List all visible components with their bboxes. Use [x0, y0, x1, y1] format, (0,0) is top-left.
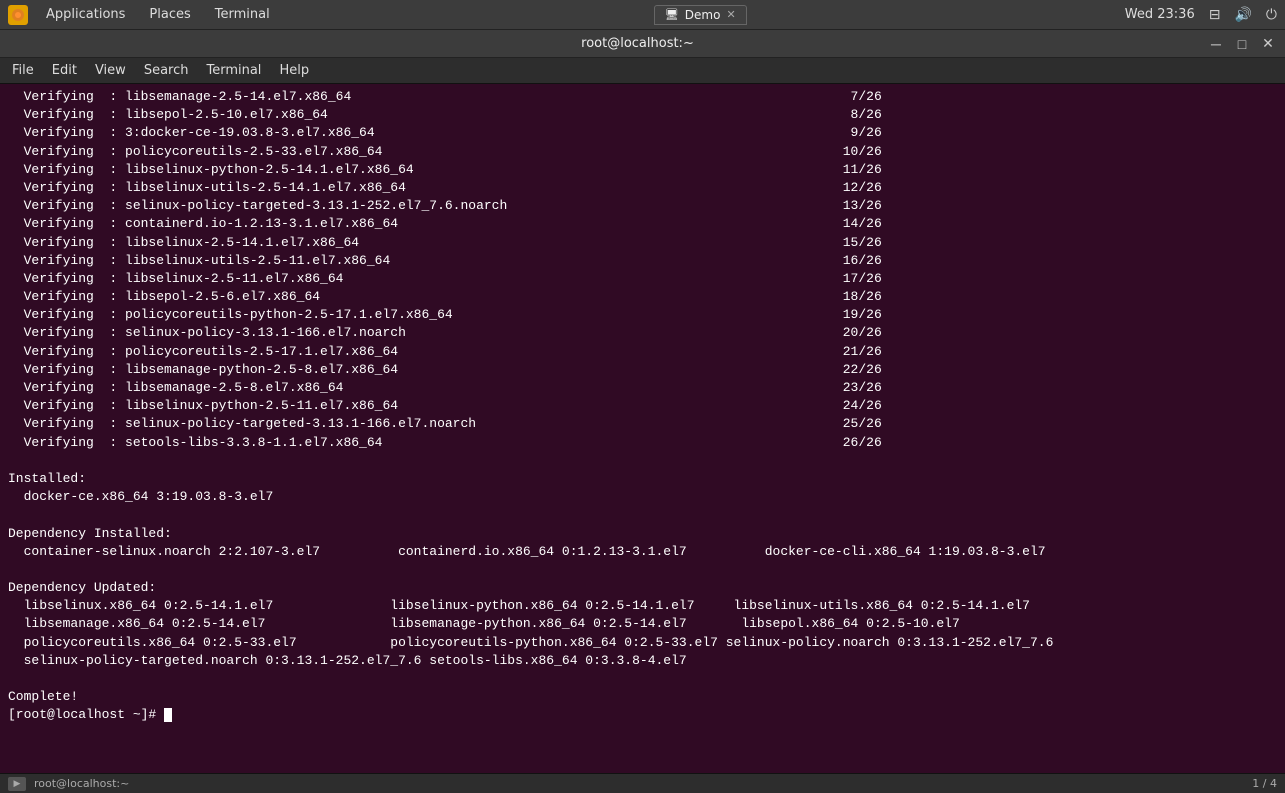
statusbar-right: 1 / 4	[1252, 777, 1277, 790]
menu-edit[interactable]: Edit	[44, 61, 85, 80]
terminal-menubar: File Edit View Search Terminal Help	[0, 58, 1285, 84]
clock: Wed 23:36	[1125, 7, 1195, 22]
terminal-window: root@localhost:~ ─ □ ✕ File Edit View Se…	[0, 30, 1285, 793]
menu-view[interactable]: View	[87, 61, 134, 80]
places-menu[interactable]: Places	[143, 5, 196, 24]
menu-file[interactable]: File	[4, 61, 42, 80]
statusbar: ▶ root@localhost:~ 1 / 4	[0, 773, 1285, 793]
network-icon[interactable]: ⊟	[1209, 7, 1221, 23]
tab-close-button[interactable]: ✕	[726, 8, 735, 21]
power-icon[interactable]: ⏻	[1266, 7, 1277, 23]
close-button[interactable]: ✕	[1259, 35, 1277, 53]
terminal-controls: ─ □ ✕	[1207, 35, 1277, 53]
menu-terminal[interactable]: Terminal	[198, 61, 269, 80]
demo-tab[interactable]: 🖥 Demo ✕	[654, 5, 747, 25]
volume-icon[interactable]: 🔊	[1234, 7, 1251, 23]
menu-search[interactable]: Search	[136, 61, 197, 80]
terminal-menu[interactable]: Terminal	[209, 5, 276, 24]
tab-icon: 🖥	[665, 8, 679, 21]
taskbar-center: 🖥 Demo ✕	[654, 5, 747, 25]
maximize-button[interactable]: □	[1233, 35, 1251, 53]
terminal-status-icon: ▶	[8, 777, 26, 791]
menu-help[interactable]: Help	[271, 61, 317, 80]
minimize-button[interactable]: ─	[1207, 35, 1225, 53]
terminal-content[interactable]: Verifying : libsemanage-2.5-14.el7.x86_6…	[0, 84, 1285, 773]
terminal-cursor	[164, 708, 172, 722]
statusbar-text: root@localhost:~	[34, 777, 129, 790]
taskbar: Applications Places Terminal 🖥 Demo ✕ We…	[0, 0, 1285, 30]
statusbar-left: ▶ root@localhost:~	[8, 777, 129, 791]
applications-menu[interactable]: Applications	[40, 5, 131, 24]
terminal-titlebar: root@localhost:~ ─ □ ✕	[0, 30, 1285, 58]
tab-label: Demo	[685, 8, 721, 22]
taskbar-left: Applications Places Terminal	[8, 5, 276, 25]
taskbar-right: Wed 23:36 ⊟ 🔊 ⏻	[1125, 7, 1277, 23]
terminal-title: root@localhost:~	[68, 36, 1207, 51]
gnome-icon	[8, 5, 28, 25]
